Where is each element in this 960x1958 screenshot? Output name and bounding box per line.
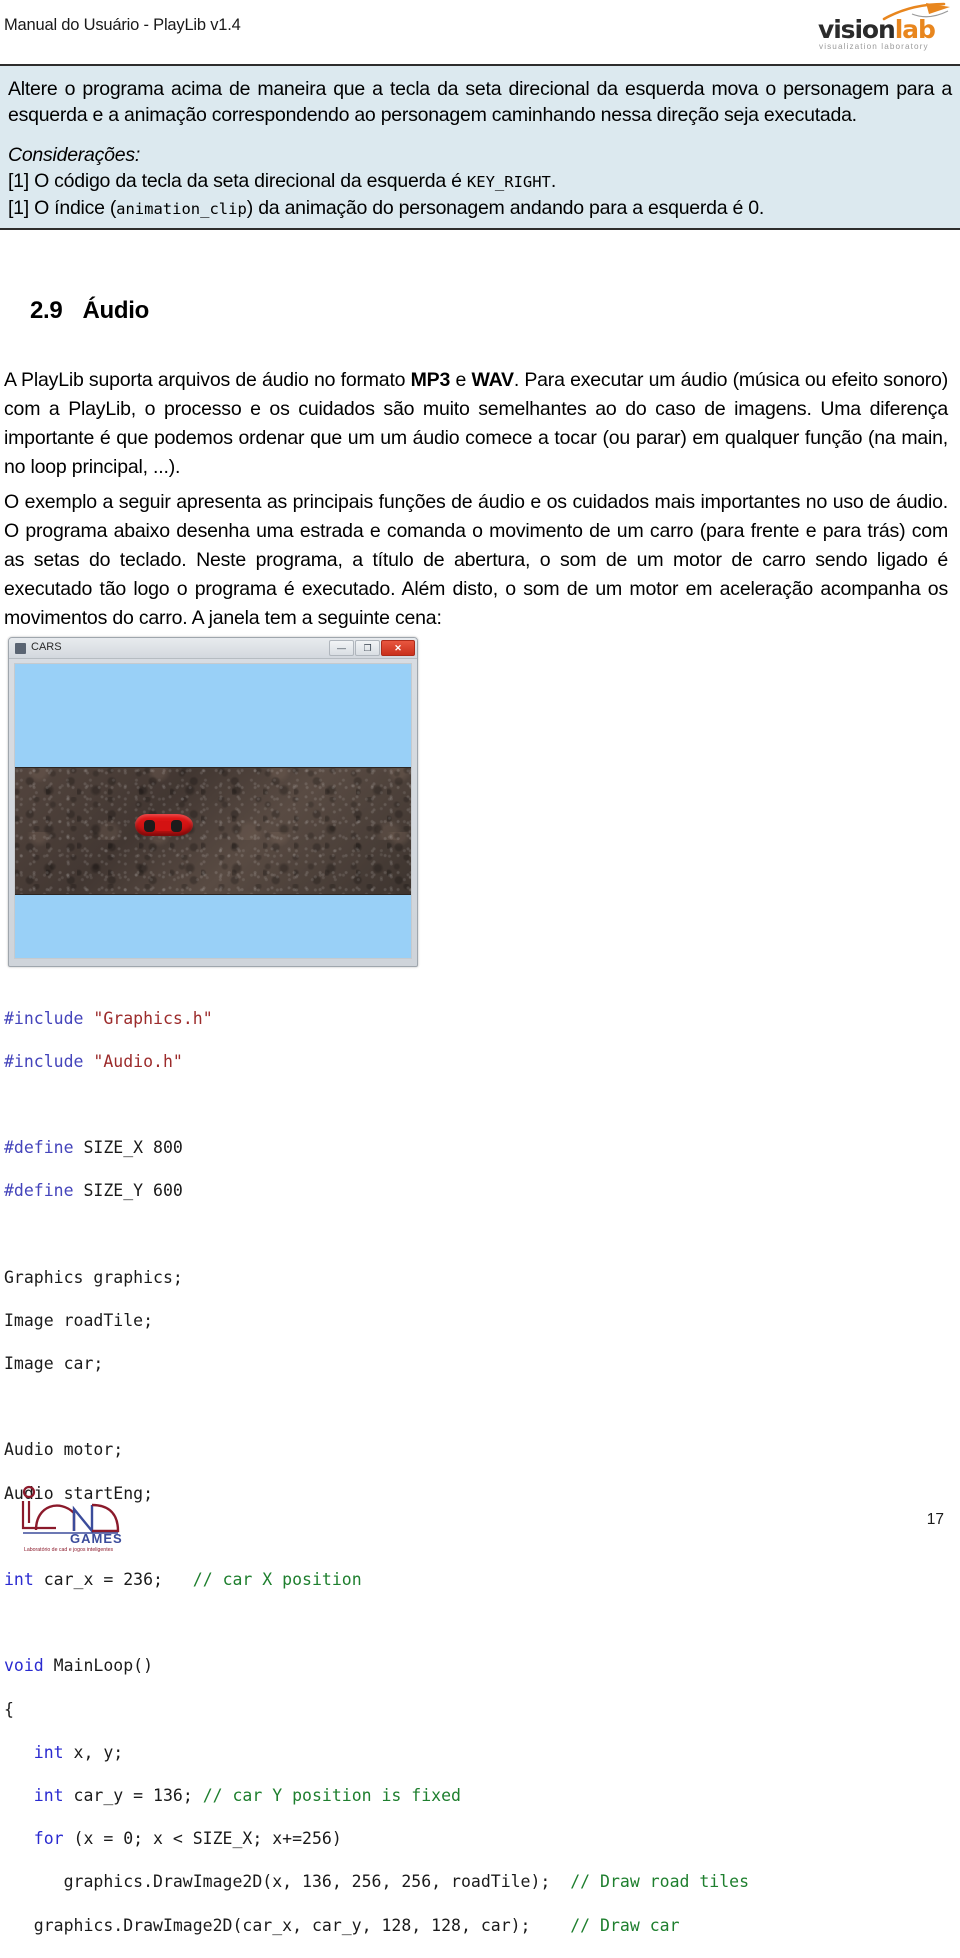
key-right-code: KEY_RIGHT	[466, 173, 551, 191]
code-listing: #include "Graphics.h" #include "Audio.h"…	[4, 986, 944, 1958]
car-front-window	[171, 820, 182, 832]
section-number: 2.9	[30, 297, 63, 324]
exercise-consideration-item-2: [1] O índice (animation_clip) da animaçã…	[8, 197, 765, 219]
exercise-callout-box: Altere o programa acima de maneira que a…	[0, 64, 960, 230]
code-line-17: graphics.DrawImage2D(car_x, car_y, 128, …	[4, 1915, 680, 1935]
game-canvas[interactable]	[14, 663, 412, 959]
window-app-icon	[15, 643, 26, 654]
code-line-6: Image roadTile;	[4, 1310, 154, 1330]
exercise-paragraph: Altere o programa acima de maneira que a…	[8, 78, 952, 126]
code-blank-5	[4, 1612, 944, 1634]
code-line-15: for (x = 0; x < SIZE_X; x+=256)	[4, 1829, 342, 1849]
section-heading: 2.9 Áudio	[30, 297, 149, 325]
visionlab-logo: visionlab visualization laboratory	[818, 2, 954, 52]
close-button[interactable]: ✕	[381, 640, 415, 656]
code-line-3: #define SIZE_X 800	[4, 1138, 183, 1158]
car-sprite	[135, 810, 193, 840]
exercise-consideration-item-1: [1] O código da tecla da seta direcional…	[8, 170, 557, 192]
svg-text:Laboratório de cad e jogos int: Laboratório de cad e jogos inteligentes	[24, 1547, 114, 1553]
cars-application-window: CARS — ❐ ✕	[8, 637, 418, 967]
icad-games-logo-icon: GAMES Laboratório de cad e jogos intelig…	[21, 1485, 123, 1553]
page-footer: GAMES Laboratório de cad e jogos intelig…	[0, 1479, 960, 1559]
close-icon: ✕	[394, 643, 402, 653]
code-line-4: #define SIZE_Y 600	[4, 1181, 183, 1201]
code-line-12: {	[4, 1699, 14, 1719]
window-title: CARS	[31, 641, 62, 653]
svg-text:GAMES: GAMES	[70, 1531, 123, 1546]
exercise-spacer	[8, 128, 952, 142]
code-line-11: void MainLoop()	[4, 1656, 154, 1676]
format-mp3: MP3	[410, 369, 451, 391]
header-document-title: Manual do Usuário - PlayLib v1.4	[4, 16, 241, 34]
code-line-2: #include "Audio.h"	[4, 1051, 183, 1071]
format-wav: WAV	[471, 369, 514, 391]
window-controls: — ❐ ✕	[329, 640, 415, 656]
car-rear-window	[144, 820, 155, 832]
icad-games-logo: GAMES Laboratório de cad e jogos intelig…	[14, 1483, 136, 1553]
visionlab-word-vision: vision	[818, 15, 896, 44]
code-line-16: graphics.DrawImage2D(x, 136, 256, 256, r…	[4, 1872, 750, 1892]
code-blank-2	[4, 1224, 944, 1246]
animation-clip-code: animation_clip	[116, 200, 247, 218]
code-line-14: int car_y = 136; // car Y position is fi…	[4, 1785, 461, 1805]
visionlab-word-lab: lab	[894, 15, 936, 44]
section-title: Áudio	[82, 297, 149, 324]
code-line-5: Graphics graphics;	[4, 1267, 183, 1287]
body-paragraph-1: A PlayLib suporta arquivos de áudio no f…	[4, 369, 948, 478]
code-line-1: #include "Graphics.h"	[4, 1008, 213, 1028]
page-header: Manual do Usuário - PlayLib v1.4 visionl…	[0, 0, 960, 56]
code-line-8: Audio motor;	[4, 1440, 124, 1460]
exercise-considerations-label: Considerações:	[8, 144, 140, 166]
minimize-icon: —	[337, 643, 346, 653]
code-blank-1	[4, 1094, 944, 1116]
road-strip	[15, 767, 411, 895]
code-blank-3	[4, 1396, 944, 1418]
code-line-7: Image car;	[4, 1354, 104, 1374]
visionlab-wordmark: visionlab	[818, 15, 936, 44]
minimize-button[interactable]: —	[329, 640, 354, 656]
maximize-icon: ❐	[363, 643, 372, 653]
window-titlebar[interactable]: CARS — ❐ ✕	[9, 638, 417, 659]
code-line-10: int car_x = 236; // car X position	[4, 1570, 362, 1590]
code-line-13: int x, y;	[4, 1742, 124, 1762]
page-number: 17	[926, 1511, 944, 1528]
maximize-button[interactable]: ❐	[355, 640, 380, 656]
body-paragraph-2: O exemplo a seguir apresenta as principa…	[4, 491, 948, 629]
visionlab-subtitle: visualization laboratory	[819, 42, 929, 51]
